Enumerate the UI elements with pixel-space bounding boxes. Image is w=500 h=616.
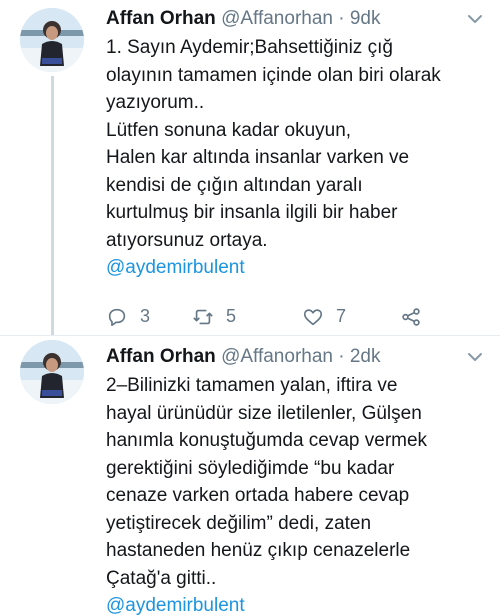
author-handle[interactable]: @Affanorhan [221, 8, 333, 29]
retweet-icon [193, 309, 213, 324]
author-name[interactable]: Affan Orhan [106, 346, 216, 367]
share-icon [402, 307, 420, 326]
retweet-button[interactable]: 5 [192, 300, 236, 334]
avatar-photo [20, 340, 84, 404]
avatar-photo [20, 8, 84, 72]
separator-dot: · [338, 8, 345, 29]
thread-line [51, 76, 54, 335]
separator-dot: · [338, 346, 345, 367]
chevron-down-icon[interactable] [466, 10, 484, 28]
author-name[interactable]: Affan Orhan [106, 8, 216, 29]
mention-link[interactable]: @aydemirbulent [106, 254, 488, 282]
tweet-content: Affan Orhan @Affanorhan · 2dk 2–Bilinizk… [106, 344, 488, 616]
author-handle[interactable]: @Affanorhan [221, 346, 333, 367]
timestamp[interactable]: 9dk [350, 8, 381, 29]
tweet-header: Affan Orhan @Affanorhan · 9dk [106, 6, 488, 32]
avatar[interactable] [20, 8, 84, 72]
avatar[interactable] [20, 340, 84, 404]
timestamp[interactable]: 2dk [350, 346, 381, 367]
reply-icon [108, 308, 126, 326]
timeline: Affan Orhan @Affanorhan · 9dk 1. Sayın A… [0, 0, 500, 616]
mention-link[interactable]: @aydemirbulent [106, 592, 488, 616]
tweet-text: 1. Sayın Aydemir;Bahsettiğiniz çığ olayı… [106, 37, 441, 251]
reply-count: 3 [140, 306, 151, 326]
share-button[interactable] [400, 300, 422, 334]
like-button[interactable]: 7 [302, 300, 346, 334]
tweet-header: Affan Orhan @Affanorhan · 2dk [106, 344, 488, 370]
tweet[interactable]: Affan Orhan @Affanorhan · 2dk 2–Bilinizk… [0, 336, 500, 616]
like-count: 7 [336, 306, 347, 326]
tweet-content: Affan Orhan @Affanorhan · 9dk 1. Sayın A… [106, 6, 488, 334]
reply-button[interactable]: 3 [106, 300, 150, 334]
tweet-text: 2–Bilinizki tamamen yalan, iftira ve hay… [106, 375, 428, 589]
tweet-actions: 3 5 7 [106, 300, 488, 334]
like-icon [303, 308, 323, 325]
retweet-count: 5 [226, 306, 237, 326]
tweet[interactable]: Affan Orhan @Affanorhan · 9dk 1. Sayın A… [0, 0, 500, 335]
chevron-down-icon[interactable] [466, 348, 484, 366]
